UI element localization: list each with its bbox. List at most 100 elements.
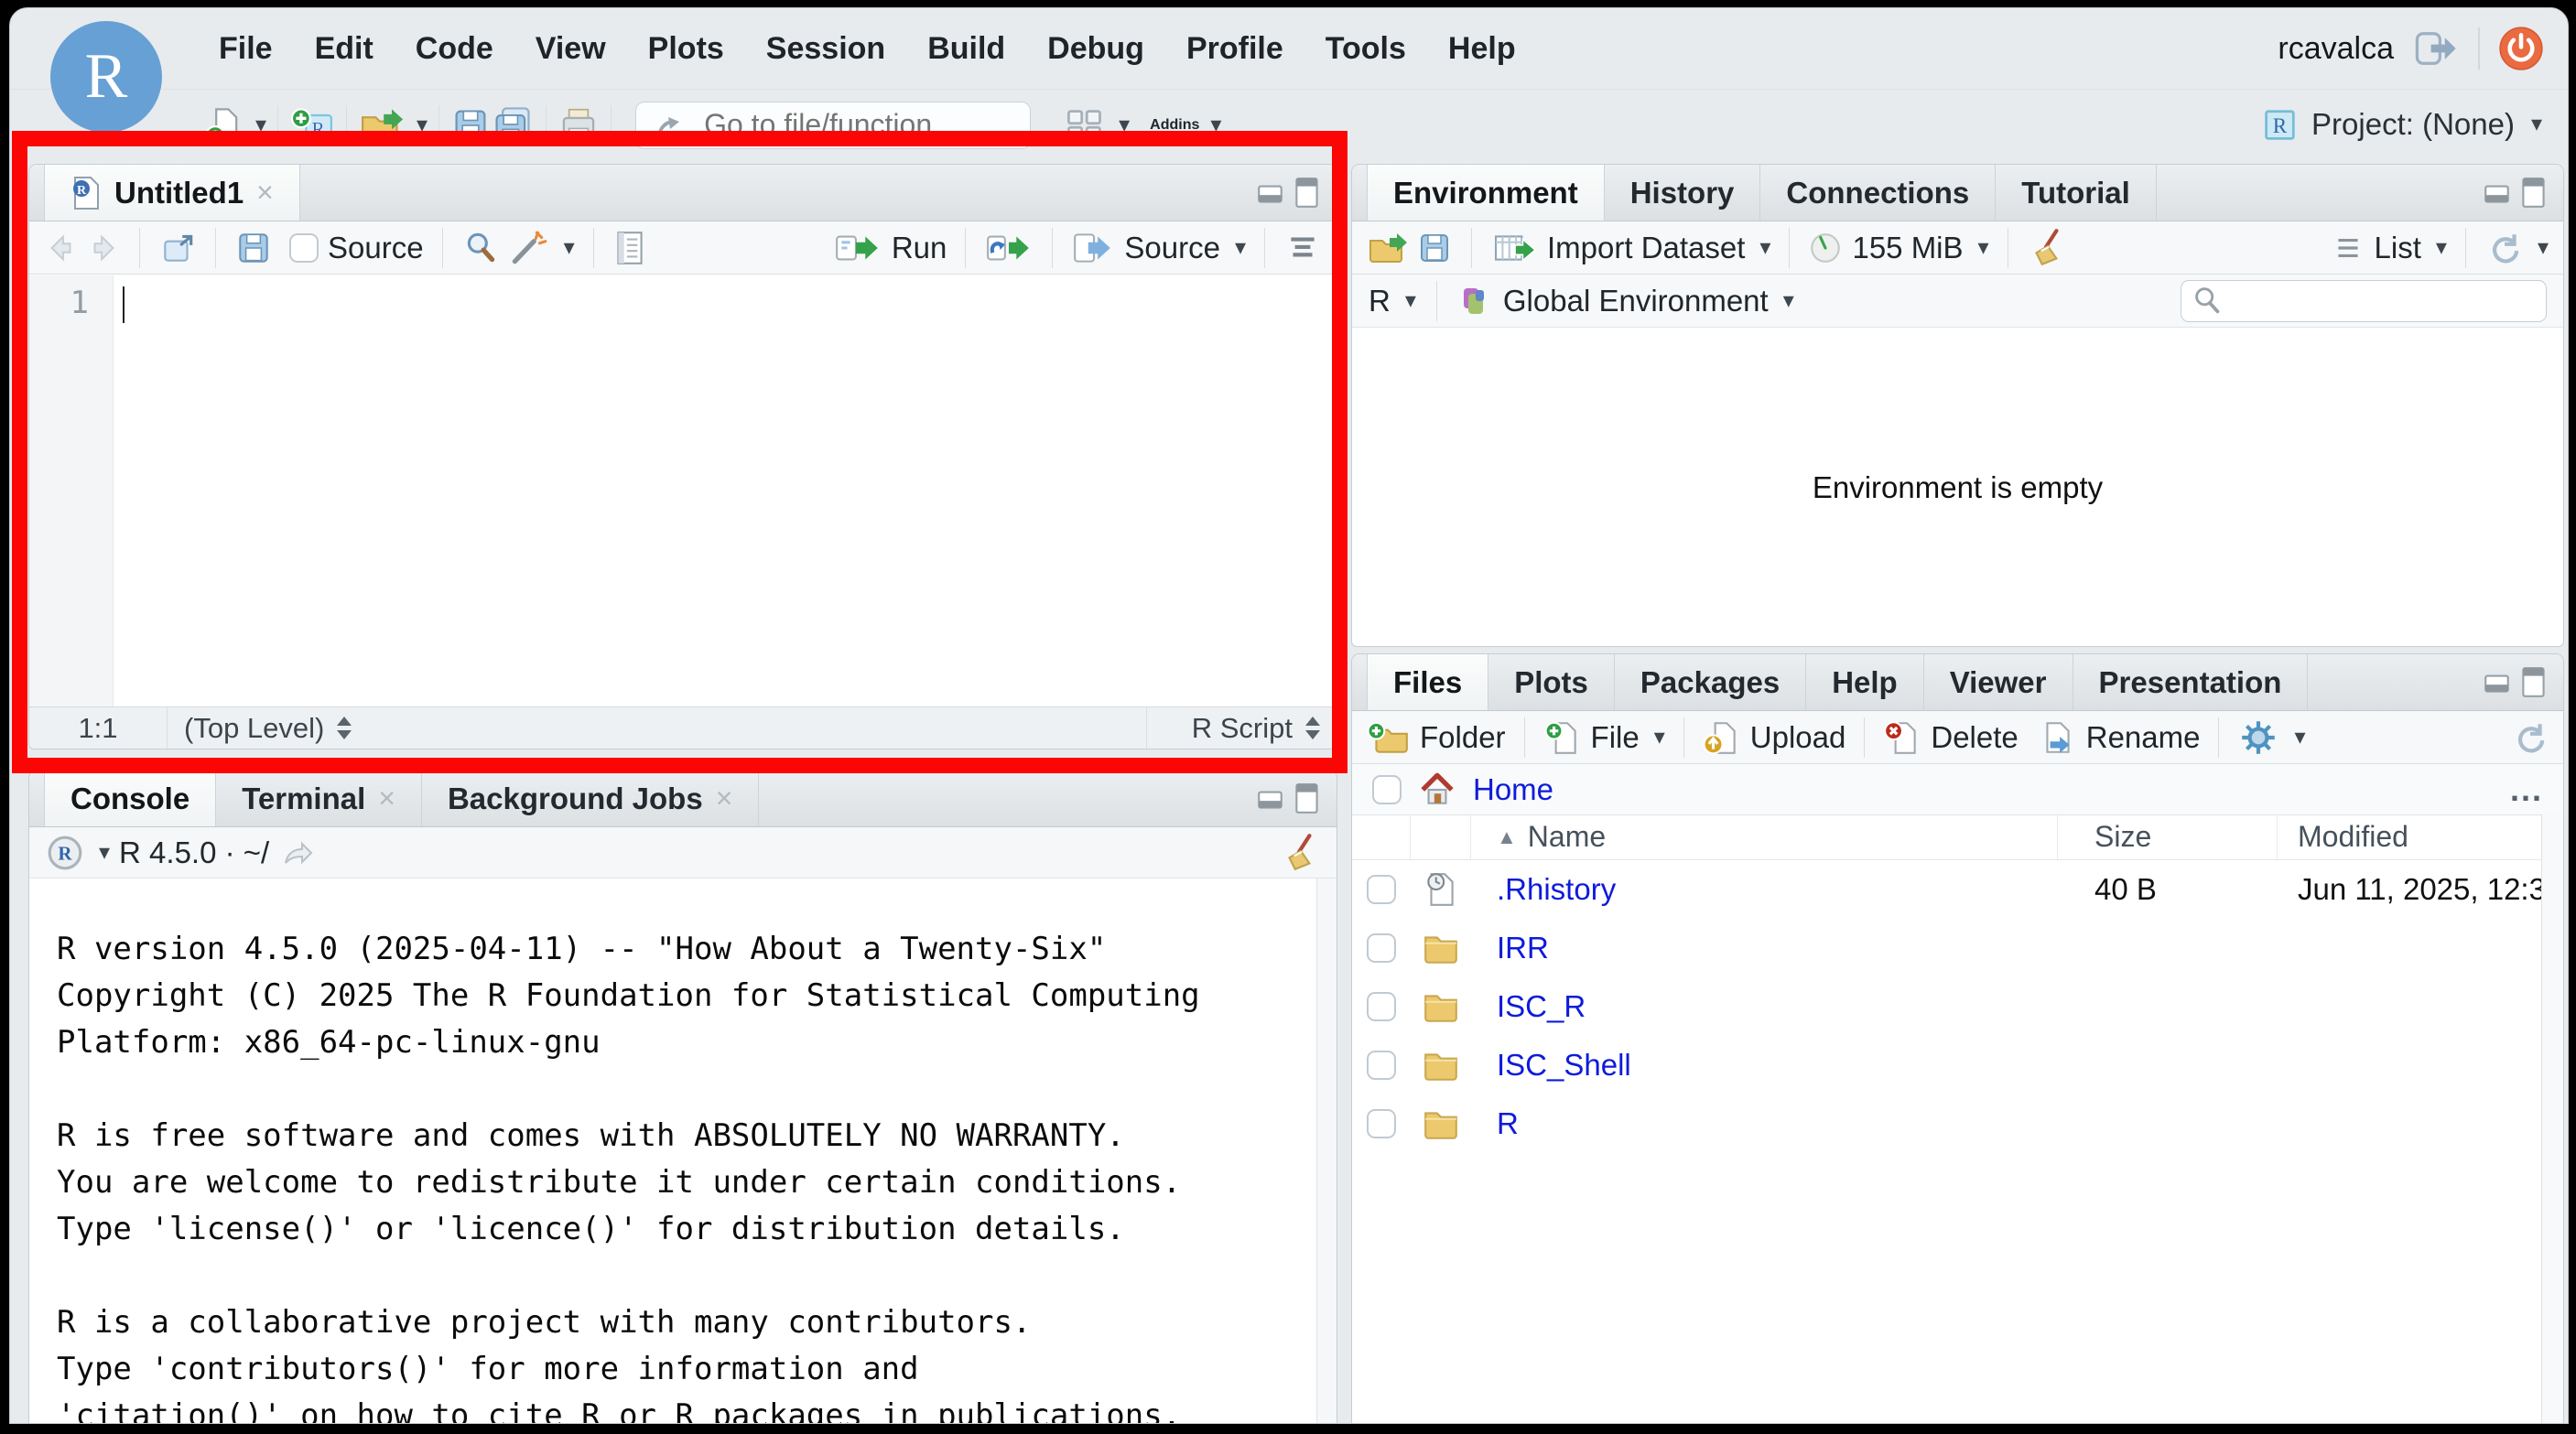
rerun-icon[interactable]	[984, 229, 1034, 267]
row-checkbox[interactable]	[1367, 1109, 1396, 1138]
close-icon[interactable]: ×	[256, 176, 274, 210]
tab-untitled1[interactable]: R Untitled1 ×	[44, 165, 300, 221]
minimize-icon[interactable]	[2483, 668, 2512, 697]
tab-console[interactable]: Console	[44, 771, 216, 826]
more-file-commands-button[interactable]: ▾	[2237, 717, 2305, 759]
menu-item-file[interactable]: File	[219, 31, 273, 67]
header-modified[interactable]: Modified	[2278, 814, 2563, 859]
tab-tutorial[interactable]: Tutorial	[1996, 165, 2157, 221]
menu-item-build[interactable]: Build	[927, 31, 1005, 67]
file-link[interactable]: .Rhistory	[1497, 872, 1616, 906]
addins-button[interactable]: Addins ▾	[1150, 114, 1221, 136]
environment-scope-button[interactable]: Global Environment ▾	[1457, 283, 1794, 319]
new-file-button[interactable]: ▾	[204, 105, 266, 146]
panes-layout-button[interactable]: ▾	[1062, 105, 1130, 146]
breadcrumb-home-link[interactable]: Home	[1473, 772, 1553, 807]
language-switch-button[interactable]: R ▾	[1369, 284, 1416, 318]
share-arrow-icon[interactable]	[278, 836, 315, 869]
tab-environment[interactable]: Environment	[1367, 165, 1605, 221]
compile-report-icon[interactable]	[612, 229, 647, 267]
open-file-button[interactable]: ▾	[358, 105, 428, 146]
close-icon[interactable]: ×	[716, 782, 733, 815]
save-button[interactable]	[450, 105, 491, 146]
menu-item-code[interactable]: Code	[416, 31, 493, 67]
menu-item-session[interactable]: Session	[766, 31, 885, 67]
tab-plots[interactable]: Plots	[1488, 654, 1615, 710]
menu-item-tools[interactable]: Tools	[1326, 31, 1406, 67]
display-mode-button[interactable]: List ▾	[2331, 231, 2447, 265]
minimize-icon[interactable]	[1256, 178, 1285, 208]
rename-button[interactable]: Rename	[2039, 718, 2201, 757]
tab-help[interactable]: Help	[1806, 654, 1924, 710]
sign-out-icon[interactable]	[2412, 28, 2460, 69]
chevron-down-icon[interactable]: ▾	[99, 842, 110, 864]
maximize-icon[interactable]	[1294, 177, 1320, 210]
environment-search-input[interactable]	[2181, 280, 2547, 322]
row-checkbox[interactable]	[1367, 1051, 1396, 1080]
find-replace-icon[interactable]	[461, 229, 500, 267]
new-project-button[interactable]: R	[289, 105, 335, 146]
code-tools-button[interactable]: ▾	[507, 229, 575, 267]
open-in-new-window-icon[interactable]	[158, 229, 197, 267]
console-output[interactable]: R version 4.5.0 (2025-04-11) -- "How Abo…	[29, 879, 1316, 1424]
menu-item-plots[interactable]: Plots	[648, 31, 724, 67]
new-file-blank-button[interactable]: File ▾	[1543, 718, 1665, 757]
tab-files[interactable]: Files	[1367, 654, 1488, 710]
menu-item-help[interactable]: Help	[1448, 31, 1516, 67]
save-all-button[interactable]	[491, 105, 535, 146]
menu-item-profile[interactable]: Profile	[1186, 31, 1283, 67]
tab-connections[interactable]: Connections	[1760, 165, 1996, 221]
new-folder-button[interactable]: Folder	[1367, 718, 1506, 757]
close-icon[interactable]: ×	[378, 782, 395, 815]
row-checkbox[interactable]	[1367, 933, 1396, 963]
folder-link[interactable]: ISC_Shell	[1497, 1048, 1631, 1082]
source-on-save-checkbox[interactable]	[289, 233, 319, 263]
goto-input[interactable]	[635, 102, 1031, 149]
source-on-save-toggle[interactable]: Source	[289, 231, 424, 265]
folder-link[interactable]: R	[1497, 1106, 1519, 1140]
memory-usage-button[interactable]: 155 MiB ▾	[1808, 231, 1988, 265]
tab-history[interactable]: History	[1605, 165, 1761, 221]
document-outline-icon[interactable]	[1283, 229, 1322, 267]
maximize-icon[interactable]	[2521, 666, 2547, 699]
maximize-icon[interactable]	[1294, 782, 1320, 815]
tab-presentation[interactable]: Presentation	[2073, 654, 2309, 710]
save-workspace-icon[interactable]	[1416, 230, 1453, 266]
scope-selector[interactable]: (Top Level)	[167, 707, 1146, 749]
run-button[interactable]: Run	[833, 229, 947, 267]
import-dataset-button[interactable]: Import Dataset ▾	[1490, 229, 1770, 267]
tab-terminal[interactable]: Terminal ×	[216, 771, 422, 826]
tab-packages[interactable]: Packages	[1615, 654, 1806, 710]
back-icon[interactable]	[44, 232, 79, 264]
upload-button[interactable]: Upload	[1703, 718, 1846, 757]
row-checkbox[interactable]	[1367, 875, 1396, 904]
maximize-icon[interactable]	[2521, 177, 2547, 210]
files-scrollbar[interactable]	[2541, 814, 2563, 1424]
breadcrumb-more-button[interactable]: ...	[2510, 771, 2543, 809]
clear-objects-broom-icon[interactable]	[2027, 227, 2067, 269]
code-editor[interactable]: 1	[29, 275, 1337, 706]
forward-icon[interactable]	[86, 232, 121, 264]
project-button[interactable]: R Project: (None) ▾	[2260, 89, 2542, 160]
refresh-icon[interactable]	[2510, 718, 2549, 757]
tab-viewer[interactable]: Viewer	[1924, 654, 2073, 710]
menu-item-view[interactable]: View	[536, 31, 606, 67]
clear-console-broom-icon[interactable]	[1280, 832, 1320, 874]
console-scrollbar[interactable]	[1316, 879, 1337, 1424]
menu-item-edit[interactable]: Edit	[315, 31, 373, 67]
header-name[interactable]: ▲ Name	[1471, 814, 2058, 859]
folder-link[interactable]: IRR	[1497, 931, 1549, 965]
minimize-icon[interactable]	[1256, 784, 1285, 814]
minimize-icon[interactable]	[2483, 178, 2512, 208]
language-selector[interactable]: R Script	[1146, 707, 1337, 749]
load-workspace-icon[interactable]	[1367, 230, 1409, 266]
delete-button[interactable]: Delete	[1883, 718, 2018, 757]
select-all-checkbox[interactable]	[1372, 775, 1402, 804]
r-version-icon[interactable]: R	[46, 834, 84, 872]
folder-link[interactable]: ISC_R	[1497, 989, 1586, 1023]
power-button-icon[interactable]	[2498, 26, 2544, 71]
header-size[interactable]: Size	[2058, 814, 2278, 859]
menu-item-debug[interactable]: Debug	[1047, 31, 1144, 67]
print-button[interactable]	[557, 104, 600, 146]
save-icon[interactable]	[234, 229, 273, 267]
